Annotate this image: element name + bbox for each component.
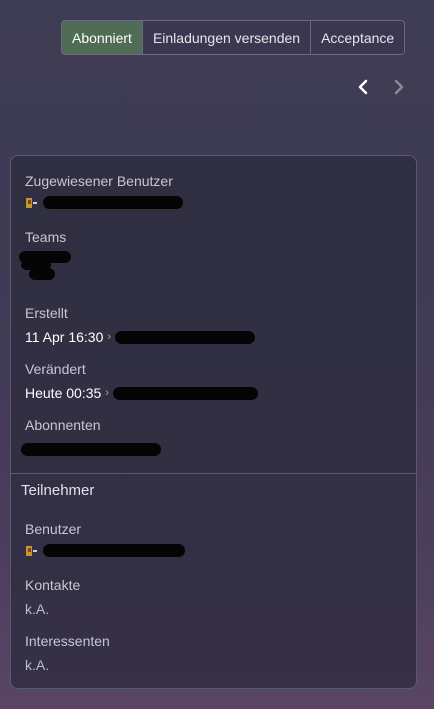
teams-label: Teams — [25, 229, 67, 245]
chevron-left-icon — [358, 79, 368, 95]
participant-user-redacted[interactable] — [43, 544, 185, 557]
participants-leads-field: Interessenten k.A. — [25, 633, 110, 673]
participants-contacts-label: Kontakte — [25, 577, 81, 593]
followers-field: Abonnenten — [21, 417, 161, 456]
participants-heading: Teilnehmer — [21, 482, 95, 499]
created-label: Erstellt — [25, 305, 68, 321]
participants-leads-label: Interessenten — [25, 633, 110, 649]
chevron-right-icon: › — [105, 387, 109, 399]
created-field: Erstellt 11 Apr 16:30 › — [25, 305, 256, 345]
record-side-panel: Zugewiesener Benutzer Teams Erstellt 11 … — [10, 155, 417, 689]
modified-by-user-redacted[interactable] — [112, 386, 258, 400]
modified-label: Verändert — [25, 361, 86, 377]
assigned-user-field: Zugewiesener Benutzer — [25, 173, 183, 209]
previous-record-button[interactable] — [352, 76, 374, 98]
participants-leads-value: k.A. — [25, 657, 50, 673]
next-record-button[interactable] — [388, 76, 410, 98]
acceptance-button[interactable]: Acceptance — [311, 21, 405, 54]
teams-value-redacted[interactable] — [19, 251, 85, 285]
header-button-group: Abonniert Einladungen versenden Acceptan… — [61, 20, 406, 55]
subscribed-button[interactable]: Abonniert — [62, 21, 143, 54]
assigned-user-label: Zugewiesener Benutzer — [25, 173, 173, 189]
modified-field: Verändert Heute 00:35 › — [25, 361, 258, 401]
participants-users-field: Benutzer — [25, 521, 185, 557]
followers-label: Abonnenten — [25, 417, 101, 433]
created-by-user-redacted[interactable] — [115, 330, 256, 344]
followers-redacted[interactable] — [21, 443, 161, 456]
participants-contacts-field: Kontakte k.A. — [25, 577, 80, 617]
modified-date: Heute 00:35 — [25, 385, 102, 401]
teams-field: Teams — [19, 229, 85, 285]
participants-users-label: Benutzer — [25, 521, 82, 537]
user-avatar-icon — [26, 545, 37, 556]
section-divider — [11, 473, 416, 474]
chevron-right-icon: › — [107, 331, 112, 343]
chevron-right-icon — [394, 79, 404, 95]
record-pager — [352, 76, 410, 98]
participants-contacts-value: k.A. — [25, 601, 50, 617]
send-invitations-button[interactable]: Einladungen versenden — [142, 21, 312, 54]
created-date: 11 Apr 16:30 — [25, 329, 104, 345]
assigned-user-name-redacted[interactable] — [43, 196, 183, 209]
user-avatar-icon — [26, 197, 37, 208]
